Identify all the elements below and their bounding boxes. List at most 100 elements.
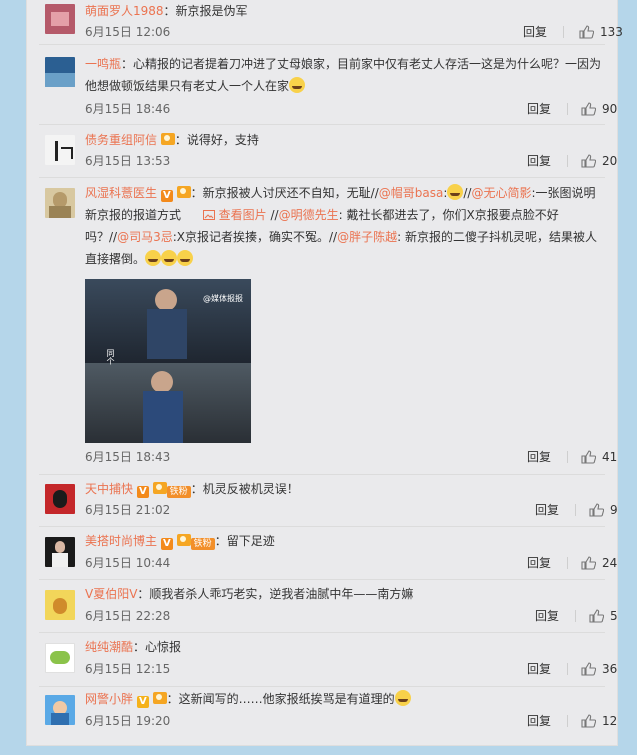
reply-button[interactable]: 回复: [527, 711, 551, 731]
thumb-up-icon: [581, 102, 596, 116]
like-count: 24: [602, 556, 618, 570]
like-count: 9: [610, 503, 618, 517]
mention-link[interactable]: @明德先生: [279, 208, 339, 222]
reply-button[interactable]: 回复: [535, 606, 559, 626]
emoji-icon: [447, 184, 464, 200]
comment-text: //: [270, 208, 279, 222]
avatar[interactable]: [45, 695, 75, 725]
emoji-icon: [289, 77, 306, 93]
verified-v-icon: V: [160, 190, 173, 202]
thumb-up-icon: [579, 25, 594, 39]
avatar[interactable]: [45, 4, 75, 34]
like-count: 133: [600, 25, 623, 39]
comment-text: ：心精报的记者提着刀冲进了丈母娘家，目前家中仅有老丈人存活一这是为什么呢？一因为…: [85, 57, 602, 93]
comment-author[interactable]: 一鸣瓶: [85, 57, 121, 71]
comment-time: 6月15日 10:44: [85, 556, 171, 570]
comment-text: ：新京报被人讨厌还不自知，无耻//: [190, 186, 379, 200]
comment-text: ：顺我者杀人乖巧老实，逆我者油腻中年——南方嫲: [137, 587, 414, 601]
like-button[interactable]: 5: [589, 606, 618, 626]
mention-link[interactable]: @无心简影: [471, 186, 531, 200]
reply-button[interactable]: 回复: [527, 553, 551, 573]
comment-author[interactable]: 萌面罗人1988: [85, 4, 164, 18]
like-count: 20: [602, 154, 618, 168]
verified-v-icon: V: [136, 486, 149, 498]
like-button[interactable]: 12: [581, 711, 617, 731]
view-image-link[interactable]: 查看图片: [202, 208, 271, 222]
vip-badge-icon: [160, 133, 175, 145]
comment-item: 纯纯潮酷：心惊报 6月15日 12:15 回复 36: [27, 633, 617, 687]
reply-button[interactable]: 回复: [527, 659, 551, 679]
like-button[interactable]: 24: [581, 553, 617, 573]
comment-time: 6月15日 21:02: [85, 503, 171, 517]
comment-item: 一鸣瓶：心精报的记者提着刀冲进了丈母娘家，目前家中仅有老丈人存活一这是为什么呢？…: [27, 45, 617, 125]
comment-item: 萌面罗人1988：新京报是伪军 6月15日 12:06 回复 133: [27, 0, 623, 45]
reply-button[interactable]: 回复: [527, 447, 551, 467]
reply-button[interactable]: 回复: [527, 151, 551, 171]
comment-item: 债务重组阿信 ：说得好，支持 6月15日 13:53 回复 20: [27, 125, 617, 178]
comment-time: 6月15日 12:15: [85, 662, 171, 676]
mention-link[interactable]: @胖子陈越: [337, 230, 397, 244]
comment-author[interactable]: 网警小胖: [85, 692, 133, 706]
mention-link[interactable]: @司马3忌: [117, 230, 173, 244]
reply-button[interactable]: 回复: [527, 99, 551, 119]
comment-text: ：留下足迹: [214, 534, 275, 548]
photo-caption: 同个: [106, 349, 115, 365]
comment-text: ：心惊报: [133, 640, 182, 654]
like-button[interactable]: 36: [581, 659, 617, 679]
image-icon: [202, 210, 215, 220]
verified-v-icon: V: [160, 538, 173, 550]
thumb-up-icon: [581, 154, 596, 168]
like-button[interactable]: 20: [581, 151, 617, 171]
avatar[interactable]: [45, 484, 75, 514]
comment-photo[interactable]: @媒体报报 同个: [85, 279, 251, 443]
like-button[interactable]: 41: [581, 447, 617, 467]
comment-author[interactable]: 天中捕快: [85, 482, 133, 496]
comment-text: :X京报记者挨揍，确实不冤。//: [172, 230, 338, 244]
avatar[interactable]: [45, 590, 75, 620]
like-count: 36: [602, 662, 618, 676]
comment-time: 6月15日 18:43: [85, 450, 171, 464]
comment-time: 6月15日 12:06: [85, 25, 171, 39]
thumb-up-icon: [581, 450, 596, 464]
vip-badge-icon: [176, 186, 191, 198]
thumb-up-icon: [581, 662, 596, 676]
thumb-up-icon: [581, 556, 596, 570]
like-count: 5: [610, 609, 618, 623]
comment-author[interactable]: 纯纯潮酷: [85, 640, 133, 654]
verified-v-icon: V: [136, 696, 149, 708]
emoji-icon: [394, 690, 411, 706]
vip-badge-icon: [152, 482, 167, 494]
avatar[interactable]: [45, 537, 75, 567]
comment-item: 风湿科薏医生 V ：新京报被人讨厌还不自知，无耻//@帽哥basa://@无心简…: [27, 178, 617, 475]
fan-badge: 铁粉: [166, 486, 191, 498]
thumb-up-icon: [589, 609, 604, 623]
vip-badge-icon: [176, 534, 191, 546]
mention-link[interactable]: @帽哥basa: [379, 186, 444, 200]
like-button[interactable]: 133: [579, 22, 623, 42]
comment-author[interactable]: 风湿科薏医生: [85, 186, 157, 200]
avatar[interactable]: [45, 188, 75, 218]
comment-time: 6月15日 13:53: [85, 154, 171, 168]
avatar[interactable]: [45, 57, 75, 87]
comment-author[interactable]: 债务重组阿信: [85, 133, 157, 147]
emoji-icon: [161, 250, 178, 266]
comment-author[interactable]: V夏伯阳V: [85, 587, 137, 601]
like-button[interactable]: 9: [589, 500, 618, 520]
photo-caption: @媒体报报: [203, 294, 243, 303]
reply-button[interactable]: 回复: [535, 500, 559, 520]
thumb-up-icon: [581, 714, 596, 728]
emoji-icon: [177, 250, 194, 266]
like-count: 12: [602, 714, 618, 728]
thumb-up-icon: [589, 503, 604, 517]
comment-panel: 萌面罗人1988：新京报是伪军 6月15日 12:06 回复 133 一鸣瓶：心…: [26, 0, 623, 746]
comment-item: 天中捕快 V 铁粉 ：机灵反被机灵误！ 6月15日 21:02 回复 9: [27, 475, 618, 527]
like-button[interactable]: 90: [581, 99, 617, 119]
emoji-icon: [145, 250, 162, 266]
avatar[interactable]: [45, 135, 75, 165]
comment-author[interactable]: 美搭时尚博主: [85, 534, 157, 548]
avatar[interactable]: [45, 643, 75, 673]
reply-button[interactable]: 回复: [523, 22, 547, 42]
comment-text: ：新京报是伪军: [163, 4, 248, 18]
comment-time: 6月15日 19:20: [85, 714, 171, 728]
vip-badge-icon: [152, 692, 167, 704]
